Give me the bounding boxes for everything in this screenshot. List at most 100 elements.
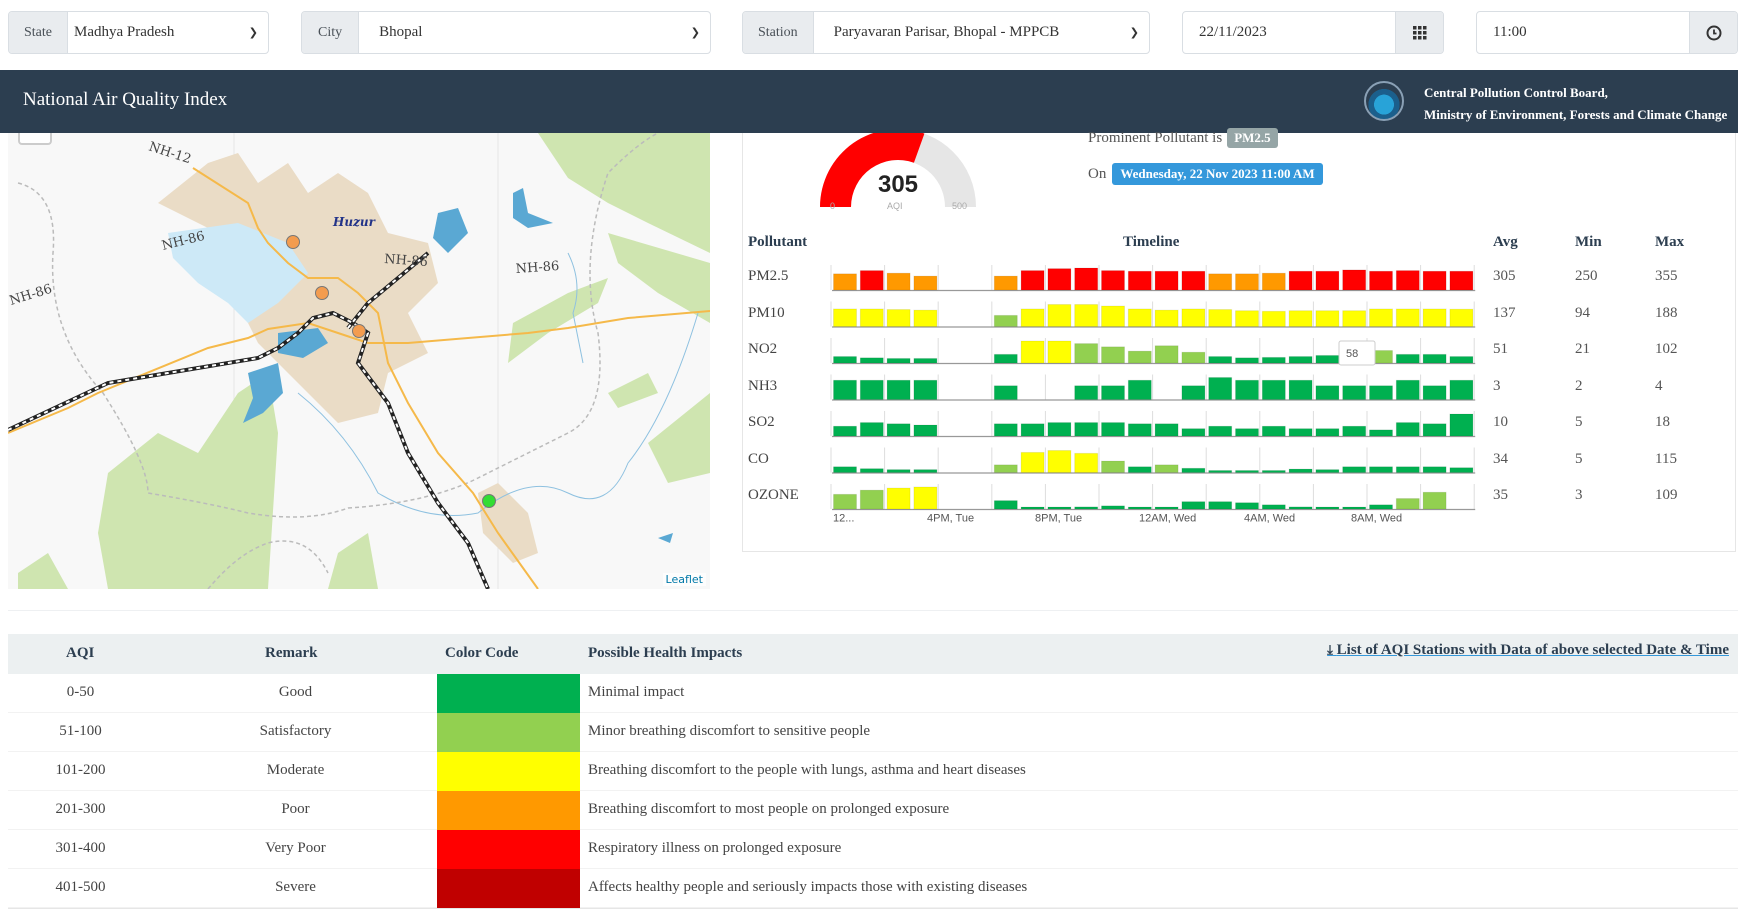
timeline-bar-ozone[interactable] <box>1422 491 1447 510</box>
timeline-bar-ozone[interactable] <box>1288 506 1313 510</box>
timeline-bar-nh3[interactable] <box>1342 385 1367 400</box>
timeline-bar-pm10[interactable] <box>1395 308 1420 327</box>
timeline-bar-so2[interactable] <box>859 422 884 437</box>
timeline-bar-so2[interactable] <box>1181 428 1206 437</box>
timeline-bar-co[interactable] <box>833 466 857 473</box>
timeline-bar-pm10[interactable] <box>1342 310 1367 328</box>
station-marker[interactable] <box>286 235 300 249</box>
timeline-bar-nh3[interactable] <box>886 379 911 400</box>
timeline-bar-so2[interactable] <box>1235 428 1259 437</box>
timeline-bar-pm25[interactable] <box>1315 270 1340 291</box>
timeline-bar-ozone[interactable] <box>1342 506 1367 510</box>
timeline-bar-pm10[interactable] <box>1154 309 1179 327</box>
time-input[interactable]: 11:00 <box>1477 12 1689 53</box>
timeline-bar-nh3[interactable] <box>1208 377 1233 400</box>
timeline-bar-no2[interactable] <box>1288 356 1313 364</box>
timeline-bar-pm10[interactable] <box>1101 305 1125 328</box>
timeline-bar-pm25[interactable] <box>1208 273 1233 291</box>
timeline-bar-pm25[interactable] <box>1342 269 1367 291</box>
timeline-bar-nh3[interactable] <box>1422 385 1447 400</box>
timeline-bar-pm25[interactable] <box>1449 270 1474 291</box>
timeline-bar-co[interactable] <box>1449 467 1474 474</box>
timeline-bar-ozone[interactable] <box>1315 506 1340 510</box>
timeline-bar-co[interactable] <box>1422 466 1447 473</box>
timeline-bar-ozone[interactable] <box>1235 502 1259 510</box>
timeline-bar-no2[interactable] <box>886 357 911 364</box>
timeline-bar-so2[interactable] <box>1208 425 1233 437</box>
timeline-bar-no2[interactable] <box>1315 354 1340 364</box>
timeline-bar-no2[interactable] <box>1074 343 1099 364</box>
timeline-bar-nh3[interactable] <box>1074 385 1099 400</box>
station-map[interactable]: NH-12 NH-86 NH-86 NH-86 NH-86 Huzur Leaf… <box>8 133 710 589</box>
timeline-bar-nh3[interactable] <box>1181 385 1206 400</box>
state-select[interactable]: Madhya Pradesh ❯ <box>68 12 268 53</box>
map-zoom-control[interactable] <box>18 133 52 145</box>
timeline-bar-pm10[interactable] <box>859 308 884 327</box>
timeline-bar-pm10[interactable] <box>1288 310 1313 328</box>
calendar-button[interactable] <box>1395 12 1443 53</box>
timeline-bar-co[interactable] <box>913 469 938 473</box>
timeline-bar-no2[interactable] <box>1208 356 1233 364</box>
timeline-bar-pm25[interactable] <box>1127 270 1152 291</box>
timeline-bar-ozone[interactable] <box>1074 506 1099 510</box>
timeline-bar-no2[interactable] <box>1181 351 1206 364</box>
timeline-bar-ozone[interactable] <box>1261 504 1286 510</box>
timeline-bar-nh3[interactable] <box>833 379 857 400</box>
timeline-bar-pm25[interactable] <box>1020 270 1045 291</box>
timeline-bar-co[interactable] <box>1154 464 1179 473</box>
timeline-bar-ozone[interactable] <box>1020 506 1045 510</box>
timeline-bar-pm10[interactable] <box>913 309 938 327</box>
timeline-bar-ozone[interactable] <box>859 489 884 510</box>
timeline-bar-no2[interactable] <box>1449 356 1474 364</box>
timeline-bar-no2[interactable] <box>1422 353 1447 364</box>
timeline-bar-so2[interactable] <box>1074 422 1099 437</box>
timeline-bar-no2[interactable] <box>1261 356 1286 364</box>
date-input[interactable]: 22/11/2023 <box>1183 12 1395 53</box>
timeline-bar-ozone[interactable] <box>993 500 1018 510</box>
timeline-bar-co[interactable] <box>886 469 911 473</box>
timeline-bar-ozone[interactable] <box>1101 505 1125 510</box>
timeline-bar-ozone[interactable] <box>833 493 857 510</box>
timeline-bar-nh3[interactable] <box>1235 379 1259 400</box>
station-marker[interactable] <box>315 286 329 300</box>
timeline-bar-so2[interactable] <box>1127 423 1152 437</box>
timeline-bar-so2[interactable] <box>1395 422 1420 437</box>
timeline-bar-pm10[interactable] <box>1074 304 1099 327</box>
timeline-bar-pm10[interactable] <box>1235 310 1259 328</box>
timeline-bar-ozone[interactable] <box>886 487 911 510</box>
timeline-bar-co[interactable] <box>1074 452 1099 474</box>
timeline-bar-nh3[interactable] <box>1315 385 1340 400</box>
station-marker-selected[interactable] <box>482 494 496 508</box>
timeline-bar-ozone[interactable] <box>1047 506 1072 510</box>
timeline-bar-co[interactable] <box>859 468 884 474</box>
clock-button[interactable] <box>1689 12 1737 53</box>
download-stations-link[interactable]: ⤓ List of AQI Stations with Data of abov… <box>1327 642 1729 659</box>
timeline-bar-pm25[interactable] <box>1181 270 1206 291</box>
timeline-bar-so2[interactable] <box>1369 429 1393 437</box>
timeline-bar-pm10[interactable] <box>1315 310 1340 328</box>
timeline-bar-pm25[interactable] <box>1101 270 1125 291</box>
timeline-bar-co[interactable] <box>1342 466 1367 473</box>
timeline-bar-ozone[interactable] <box>913 486 938 510</box>
station-marker[interactable] <box>352 324 366 338</box>
timeline-bar-co[interactable] <box>1369 466 1393 473</box>
timeline-bar-pm25[interactable] <box>913 275 938 291</box>
timeline-bar-pm10[interactable] <box>1449 308 1474 327</box>
timeline-bar-no2[interactable] <box>1235 357 1259 364</box>
timeline-bar-so2[interactable] <box>1449 413 1474 437</box>
timeline-bar-pm10[interactable] <box>1261 310 1286 328</box>
timeline-bar-pm25[interactable] <box>1395 270 1420 291</box>
timeline-bar-pm25[interactable] <box>1261 272 1286 291</box>
timeline-bar-co[interactable] <box>993 464 1018 473</box>
timeline-bar-pm25[interactable] <box>1422 270 1447 291</box>
timeline-bar-co[interactable] <box>1020 451 1045 473</box>
timeline-bar-pm25[interactable] <box>1047 268 1072 291</box>
station-select[interactable]: Paryavaran Parisar, Bhopal - MPPCB ❯ <box>814 12 1149 53</box>
timeline-bar-so2[interactable] <box>833 425 857 437</box>
timeline-bar-co[interactable] <box>1315 469 1340 473</box>
timeline-bar-pm10[interactable] <box>993 314 1018 328</box>
timeline-bar-no2[interactable] <box>1101 346 1125 364</box>
timeline-bar-pm25[interactable] <box>993 275 1018 291</box>
timeline-bar-so2[interactable] <box>1047 422 1072 437</box>
timeline-bar-ozone[interactable] <box>1181 501 1206 510</box>
